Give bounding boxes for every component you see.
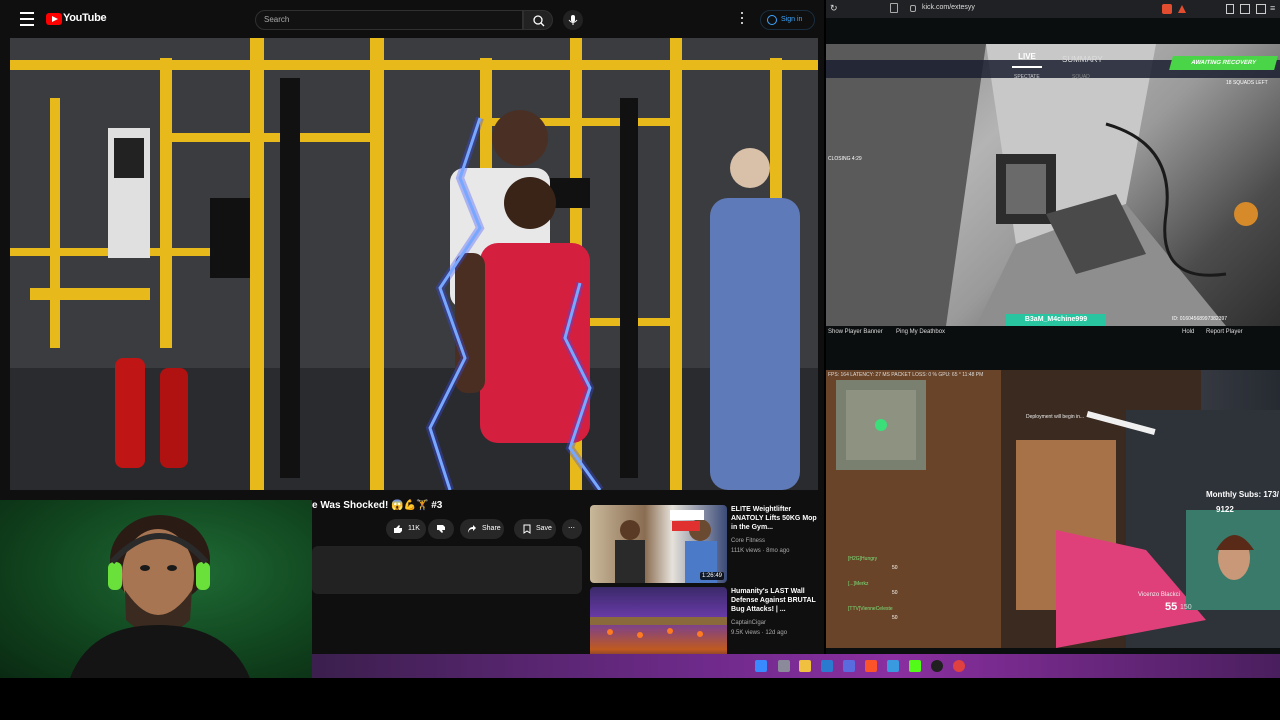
- team-member: [H2G]Hungry: [848, 556, 878, 562]
- thumbs-up-icon: [394, 525, 402, 533]
- ammo-count: 55: [1165, 601, 1178, 613]
- monthly-subs-goal: Monthly Subs: 173/: [1206, 490, 1279, 499]
- video-duration: 1:26:49: [699, 572, 724, 580]
- thumbnail-image: [590, 617, 727, 638]
- site-info-icon[interactable]: [910, 5, 916, 12]
- downloads-icon[interactable]: [1256, 4, 1266, 14]
- squad-label: SQUAD: [1072, 74, 1090, 80]
- spectate-label: SPECTATE: [1014, 74, 1040, 80]
- deployment-notice: Deployment will begin in...: [1026, 414, 1085, 420]
- hint-report-player: Report Player: [1206, 329, 1243, 335]
- recommendation-thumbnail[interactable]: 1:26:49: [590, 505, 727, 583]
- like-count: 11K: [408, 525, 420, 532]
- webcam-overlay: [0, 500, 312, 678]
- recommendation-title[interactable]: ELITE Weightlifter ANATOLY Lifts 50KG Mo…: [731, 505, 817, 532]
- reload-icon[interactable]: ↻: [830, 3, 838, 14]
- file-explorer-icon[interactable]: [799, 660, 811, 672]
- chrome-icon[interactable]: [953, 660, 965, 672]
- recommendation-meta: 9.5K views · 12d ago: [731, 630, 788, 636]
- team-member: [...]Merkz: [848, 581, 869, 587]
- search-icon: [533, 15, 545, 27]
- status-banner: AWAITING RECOVERY: [1169, 56, 1278, 70]
- more-actions-icon: ⋯: [568, 525, 575, 532]
- team-member-value: 50: [892, 615, 898, 621]
- hamburger-menu-icon[interactable]: [20, 12, 36, 26]
- share-button[interactable]: Share: [460, 519, 504, 539]
- save-button[interactable]: Save: [514, 519, 556, 539]
- search-button[interactable]: [523, 10, 553, 30]
- ammo-reserve: 150: [1180, 604, 1192, 611]
- brave-browser-icon[interactable]: [865, 660, 877, 672]
- squads-left-counter: 18 SQUADS LEFT: [1226, 80, 1268, 86]
- video-player[interactable]: [10, 38, 818, 490]
- bookmark-star-icon[interactable]: [890, 3, 898, 13]
- recommendation-title[interactable]: Humanity's LAST Wall Defense Against BRU…: [731, 587, 817, 614]
- voice-search-button[interactable]: [563, 10, 583, 30]
- player-id: ID: 01604568997382397: [1172, 316, 1228, 322]
- brave-shield-icon[interactable]: [1162, 4, 1172, 14]
- account-icon: [767, 15, 777, 25]
- video-title: e Was Shocked! 😱💪🏋️ #3: [312, 500, 443, 511]
- url-field[interactable]: kick.com/extesyy: [922, 4, 975, 11]
- thumbs-down-icon: [437, 525, 445, 533]
- recommendation-channel[interactable]: Core Fitness: [731, 538, 765, 544]
- enemy-name-tag: Vicenzo Blackci: [1138, 592, 1180, 598]
- hint-ping-deathbox: Ping My Deathbox: [896, 329, 946, 335]
- performance-stats: FPS: 164 LATENCY: 27 MS PACKET LOSS: 0 %…: [828, 372, 984, 378]
- youtube-wordmark[interactable]: YouTube: [63, 12, 107, 24]
- menu-icon[interactable]: ≡: [1270, 3, 1275, 13]
- stream-player-1[interactable]: [826, 44, 1280, 326]
- kick-app-icon[interactable]: [909, 660, 921, 672]
- sidebar-icon[interactable]: [1240, 4, 1250, 14]
- dislike-button[interactable]: [428, 519, 454, 539]
- discord-icon[interactable]: [843, 660, 855, 672]
- store-icon[interactable]: [821, 660, 833, 672]
- hint-show-player-banner: Show Player Banner: [828, 329, 883, 335]
- share-icon: [468, 525, 476, 533]
- team-member-value: 50: [892, 565, 898, 571]
- ring-closing-timer: CLOSING 4:29: [828, 156, 862, 162]
- task-view-icon[interactable]: [778, 660, 790, 672]
- brave-rewards-icon[interactable]: [1178, 5, 1186, 13]
- windows-taskbar: [312, 654, 1280, 678]
- streamer-webcam-image: [70, 515, 250, 678]
- spectated-player-name: B3aM_M4chine999: [1006, 314, 1106, 326]
- bookmark-icon: [523, 524, 531, 534]
- game-frame-warzone: [826, 370, 1280, 648]
- stream-player-2[interactable]: [826, 370, 1280, 648]
- save-label: Save: [536, 525, 552, 532]
- hint-hold-key: Hold: [1182, 329, 1195, 335]
- video-frame-gym-scene: [10, 38, 818, 490]
- like-button[interactable]: 11K: [386, 519, 426, 539]
- description-box[interactable]: [312, 546, 582, 594]
- more-actions-button[interactable]: ⋯: [562, 519, 582, 539]
- start-icon[interactable]: [755, 660, 767, 672]
- browser-window-kick: ↻ kick.com/extesyy ≡ LIVE SUMMARY SPECTA…: [826, 0, 1280, 678]
- extensions-icon[interactable]: [1226, 4, 1234, 14]
- sign-in-button[interactable]: Sign in: [760, 10, 815, 30]
- search-input[interactable]: Search: [255, 10, 523, 30]
- microphone-icon: [568, 15, 578, 25]
- team-member: [TTV]VienneCeleste: [848, 606, 893, 612]
- recommendation-channel[interactable]: CaptainCigar: [731, 620, 766, 626]
- sub-count: 9122: [1216, 505, 1234, 514]
- team-member-value: 50: [892, 590, 898, 596]
- recommendation-item[interactable]: 1:26:49 ELITE Weightlifter ANATOLY Lifts…: [590, 505, 820, 583]
- more-options-icon[interactable]: [740, 12, 744, 26]
- sign-in-label: Sign in: [781, 16, 803, 23]
- game-frame-apex-spectate: [826, 44, 1280, 326]
- share-label: Share: [482, 525, 501, 532]
- tab-live[interactable]: LIVE: [1012, 52, 1042, 68]
- app-icon[interactable]: [887, 660, 899, 672]
- youtube-logo-icon[interactable]: [46, 13, 62, 25]
- tab-summary[interactable]: SUMMARY: [1062, 55, 1103, 64]
- obs-icon[interactable]: [931, 660, 943, 672]
- recommendation-meta: 111K views · 8mo ago: [731, 548, 790, 554]
